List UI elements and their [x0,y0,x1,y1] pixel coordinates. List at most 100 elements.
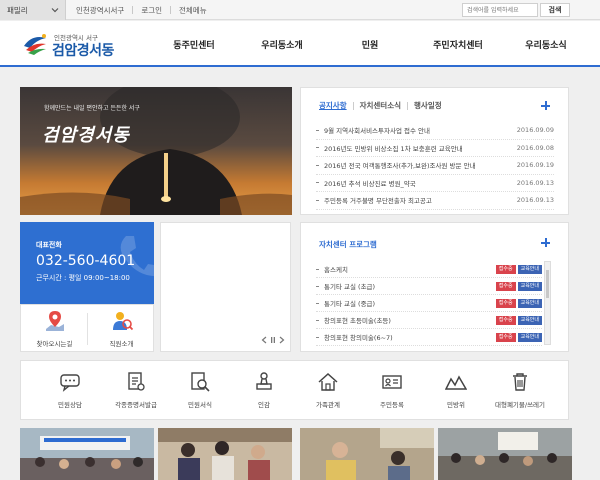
program-scrollbar[interactable] [544,261,551,345]
scrollbar-thumb[interactable] [546,270,549,298]
program-name: 창의표현 창의미술(6~7) [324,334,393,342]
search-button[interactable]: 검색 [540,3,570,17]
id-card-icon [382,375,402,389]
bullet [316,285,319,287]
program-title[interactable]: 자치센터 프로그램 [319,239,377,250]
menu-label: 각종증명서발급 [115,401,157,409]
list-item[interactable]: 주민등록 거주불명 무단전출자 최고공고 2016.09.13 [316,192,554,210]
form-search-icon [191,372,210,392]
status-badge: 접수중 [495,315,516,325]
site-logo[interactable]: 인천광역시 서구 검암경서동 [22,31,142,61]
category-badge: 교육안내 [517,332,542,342]
list-item[interactable]: 통기타 교실 (중급) 접수중 교육안내 [316,295,542,312]
program-name: 통기타 교실 (초급) [324,283,376,291]
tab-notice[interactable]: 공지사항 [319,100,347,111]
bullet [316,129,319,131]
top-links: 인천광역시서구 로그인 전체메뉴 [76,0,207,20]
category-badge: 교육안내 [517,281,542,291]
house-icon [318,372,338,391]
divider [132,6,134,14]
notice-date: 2016.09.13 [516,196,554,205]
nav-item-about[interactable]: 우리동소개 [238,21,326,67]
chevron-left-icon[interactable] [261,336,267,344]
contact-phone: 032-560-4601 [36,253,136,269]
notice-date: 2016.09.19 [516,161,554,170]
category-badge: 교육안내 [517,298,542,308]
seal-icon [256,372,272,390]
contact-box: 대표전화 032-560-4601 근무시간 : 평일 09:00~18:00 [20,222,154,304]
photo-meeting-image [300,428,434,480]
list-item[interactable]: 통기타 교실 (초급) 접수중 교육안내 [316,278,542,295]
menu-label: 민방위 [447,401,465,409]
chevron-down-icon [51,8,59,13]
hero-visual: 함께만드는 내일 편안하고 든든한 서구 검암경서동 [20,87,292,215]
list-item[interactable]: 창의표현 창의미술(6~7) 접수중 교육안내 [316,329,542,346]
tab-center-news[interactable]: 자치센터소식 [360,100,401,111]
more-plus-icon[interactable] [541,238,550,247]
menu-label: 인감 [258,401,270,409]
status-badge: 접수중 [495,332,516,342]
banner-slider[interactable] [160,222,291,352]
nav-item-civil[interactable]: 민원 [326,21,414,67]
link-sitemap[interactable]: 전체메뉴 [179,5,207,16]
logo-title: 검암경서동 [52,43,114,59]
photo-thumbnail[interactable] [158,428,292,480]
contact-hours: 근무시간 : 평일 09:00~18:00 [36,274,130,282]
bullet [316,147,319,149]
photo-event-image [20,428,154,480]
list-item[interactable]: 2016년 전국 여객통행조사(추가,보완)조사원 방문 안내 2016.09.1… [316,157,554,175]
top-utility-bar: 패밀리 인천광역시서구 로그인 전체메뉴 검색 [0,0,600,20]
photo-hall-image [438,428,572,480]
chevron-right-icon[interactable] [279,336,285,344]
search-input[interactable] [462,3,538,17]
quick-staff[interactable]: 직원소개 [88,305,155,353]
nav-item-center[interactable]: 동주민센터 [150,21,238,67]
bullet [316,336,319,338]
hero-title: 검암경서동 [42,125,130,146]
link-seogu[interactable]: 인천광역시서구 [76,5,124,16]
banner-pager [261,335,289,345]
notice-title: 2016년 추석 비상진료 병원_약국 [324,179,416,188]
notice-date: 2016.09.13 [516,178,554,187]
certificate-icon [128,372,145,391]
tab-events[interactable]: 행사일정 [414,100,442,111]
family-site-dropdown[interactable]: 패밀리 [0,0,66,20]
site-header: 인천광역시 서구 검암경서동 동주민센터 우리동소개 민원 주민자치센터 우리동… [0,21,600,67]
photo-thumbnail[interactable] [300,428,434,480]
photo-thumbnail[interactable] [20,428,154,480]
bullet [316,319,319,321]
notice-list: 9월 지역사회서비스투자사업 접수 안내 2016.09.09 2016년도 민방… [316,122,554,210]
notice-title: 2016년 전국 여객통행조사(추가,보완)조사원 방문 안내 [324,162,476,171]
pause-icon[interactable] [270,336,276,344]
more-plus-icon[interactable] [541,101,550,110]
quick-directions[interactable]: 찾아오시는길 [21,305,88,353]
map-pin-icon [46,311,64,331]
bullet [316,164,319,166]
service-icon-menu: 민원상담 각종증명서발급 민원서식 인감 가족관계 주민등록 민방위 대형폐기물… [20,360,569,420]
nav-item-news[interactable]: 우리동소식 [502,21,590,67]
contact-label: 대표전화 [36,241,62,249]
list-item[interactable]: 2016년도 민방위 비상소집 1차 보충훈련 교육안내 2016.09.08 [316,140,554,157]
list-item[interactable]: 2016년 추석 비상진료 병원_약국 2016.09.13 [316,175,554,192]
status-badge: 접수중 [495,264,516,274]
notice-date: 2016.09.09 [516,126,554,135]
notice-tabs: 공지사항 자치센터소식 행사일정 [319,100,442,111]
hero-tagline: 함께만드는 내일 편안하고 든든한 서구 [44,105,140,112]
photo-thumbnail[interactable] [438,428,572,480]
photo-class-image [158,428,292,480]
list-item[interactable]: 9월 지역사회서비스투자사업 접수 안내 2016.09.09 [316,122,554,140]
link-login[interactable]: 로그인 [141,5,162,16]
family-site-label: 패밀리 [7,5,28,15]
menu-label: 가족관계 [316,401,340,409]
bullet [316,199,319,201]
bullet [316,268,319,270]
quick-links: 찾아오시는길 직원소개 [20,304,154,352]
list-item[interactable]: 창의표현 초등미술(초등) 접수중 교육안내 [316,312,542,329]
program-name: 통기타 교실 (중급) [324,300,376,308]
list-item[interactable]: 홈스케치 접수중 교육안내 [316,261,542,278]
bullet [316,182,319,184]
main-navigation: 동주민센터 우리동소개 민원 주민자치센터 우리동소식 [150,21,590,67]
mountain-icon [445,375,467,390]
category-badge: 교육안내 [517,315,542,325]
nav-item-selfgov[interactable]: 주민자치센터 [414,21,502,67]
